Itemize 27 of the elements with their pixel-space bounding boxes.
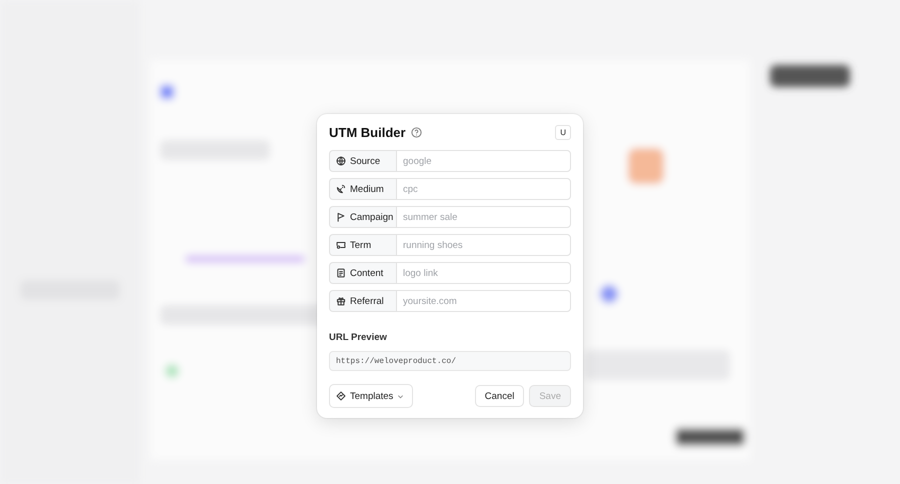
input-field[interactable]: running shoes	[396, 234, 571, 256]
input-field[interactable]: google	[396, 150, 571, 172]
dialog-button[interactable]: Cancel	[474, 385, 524, 407]
globe-icon	[336, 156, 346, 166]
url-preview-field: https://weloveproduct.co/	[329, 351, 571, 371]
dialog-title: UTM Builder	[329, 124, 406, 140]
gift-icon	[336, 296, 346, 306]
ticket-icon	[336, 240, 346, 250]
flag-icon	[336, 212, 346, 222]
label-text: Content	[350, 268, 384, 278]
diamond-icon	[336, 391, 346, 401]
section-label: URL Preview	[329, 332, 388, 343]
label-text: Source	[350, 156, 380, 166]
templates-dropdown[interactable]: Templates	[329, 384, 414, 408]
label-text: Medium	[350, 184, 384, 194]
caret-icon	[397, 392, 404, 400]
input-field[interactable]: logo link	[396, 262, 571, 284]
label-text: Campaign	[350, 212, 394, 222]
document-icon	[336, 268, 346, 278]
label-text: Referral	[350, 296, 384, 306]
input-field[interactable]: cpc	[396, 178, 571, 200]
satellite-dish-icon	[336, 184, 346, 194]
input-field[interactable]: summer sale	[396, 206, 571, 228]
shortcut-key: U	[555, 124, 571, 140]
label-text: Term	[350, 240, 372, 250]
help-icon[interactable]	[410, 126, 422, 138]
input-field[interactable]: yoursite.com	[396, 290, 571, 312]
